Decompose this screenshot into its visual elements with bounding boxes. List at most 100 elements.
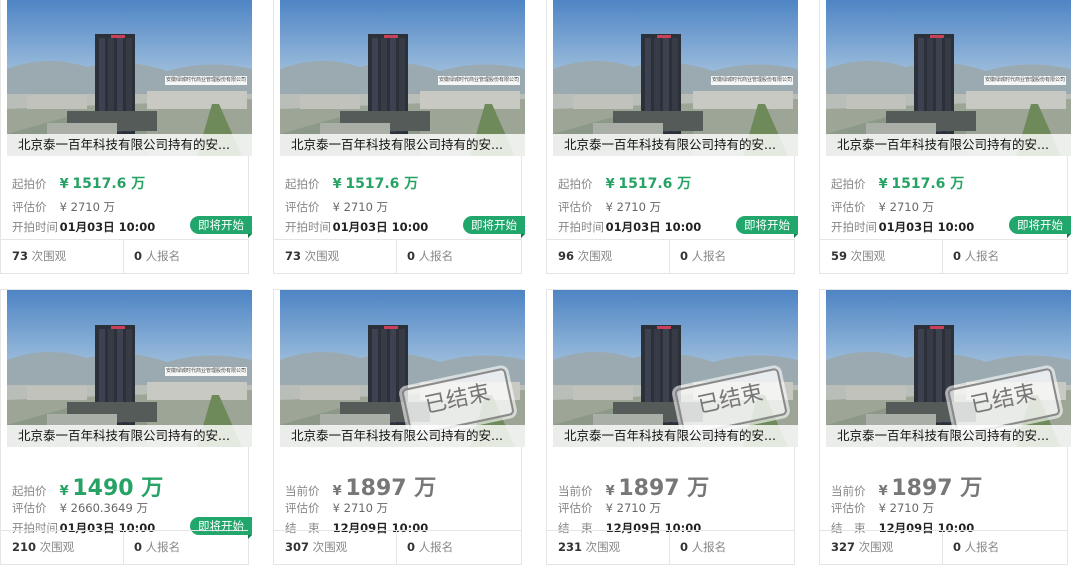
photo-caption: 安徽绿城时代商业管理股份有限公司: [165, 367, 247, 376]
signup-count: 0 人报名: [397, 531, 453, 564]
card-title[interactable]: 北京泰一百年科技有限公司持有的安...: [553, 134, 798, 156]
yen-symbol: ¥: [59, 484, 69, 499]
card-footer: 73 次围观 0 人报名: [274, 239, 521, 273]
estimate-value: ¥ 2710 万: [878, 200, 935, 214]
time-row: 开拍时间 01月03日 10:00: [831, 219, 974, 235]
card-footer: 73 次围观 0 人报名: [1, 239, 248, 273]
auction-card[interactable]: 安徽绿城时代商业管理股份有限公司 北京泰一百年科技有限公司持有的安... 起拍价…: [819, 0, 1071, 274]
auction-card[interactable]: 安徽绿城时代商业管理股份有限公司 北京泰一百年科技有限公司持有的安... 起拍价…: [0, 289, 252, 565]
views-number: 73: [285, 249, 302, 263]
time-value: 01月03日 10:00: [59, 220, 156, 234]
estimate-value: ¥ 2660.3649 万: [59, 501, 148, 515]
estimate-value: ¥ 2710 万: [605, 200, 662, 214]
estimate-label: 评估价: [831, 501, 866, 515]
views-label: 次围观: [31, 249, 67, 263]
status-badge: 即将开始: [736, 216, 798, 238]
views-label: 次围观: [304, 249, 340, 263]
time-value: 01月03日 10:00: [332, 220, 429, 234]
price-row: 当前价 ¥ 1897 万: [285, 470, 436, 502]
signup-count: 0 人报名: [124, 531, 180, 564]
estimate-row: 评估价 ¥ 2710 万: [285, 199, 388, 215]
price-label: 起拍价: [285, 177, 320, 191]
price-value: 1517.6 万: [618, 176, 692, 192]
card-title[interactable]: 北京泰一百年科技有限公司持有的安...: [7, 425, 252, 447]
time-value: 01月03日 10:00: [878, 220, 975, 234]
views-number: 59: [831, 249, 848, 263]
signups-label: 人报名: [691, 540, 727, 554]
signups-label: 人报名: [145, 249, 181, 263]
signups-label: 人报名: [418, 249, 454, 263]
signup-count: 0 人报名: [670, 240, 726, 273]
price-row: 起拍价 ¥ 1517.6 万: [285, 173, 418, 193]
card-photo[interactable]: 安徽绿城时代商业管理股份有限公司 北京泰一百年科技有限公司持有的安...: [553, 0, 798, 156]
price-value: 1517.6 万: [345, 176, 419, 192]
card-title[interactable]: 北京泰一百年科技有限公司持有的安...: [826, 134, 1071, 156]
signup-count: 0 人报名: [397, 240, 453, 273]
card-photo[interactable]: 已结束 北京泰一百年科技有限公司持有的安...: [280, 290, 525, 447]
signups-number: 0: [134, 249, 143, 263]
card-footer: 327 次围观 0 人报名: [820, 530, 1067, 564]
card-title[interactable]: 北京泰一百年科技有限公司持有的安...: [553, 425, 798, 447]
card-photo[interactable]: 已结束 北京泰一百年科技有限公司持有的安...: [553, 290, 798, 447]
card-photo[interactable]: 安徽绿城时代商业管理股份有限公司 北京泰一百年科技有限公司持有的安...: [7, 0, 252, 156]
status-badge: 即将开始: [1009, 216, 1071, 238]
price-label: 当前价: [558, 484, 593, 498]
price-row: 起拍价 ¥ 1517.6 万: [12, 173, 145, 193]
signups-number: 0: [953, 249, 962, 263]
views-count: 231 次围观: [547, 531, 670, 564]
price-label: 起拍价: [12, 177, 47, 191]
photo-caption: 安徽绿城时代商业管理股份有限公司: [711, 76, 793, 85]
views-label: 次围观: [850, 249, 886, 263]
views-label: 次围观: [39, 540, 75, 554]
building-photo: [826, 290, 1071, 447]
time-label: 开拍时间: [558, 220, 604, 234]
auction-card[interactable]: 安徽绿城时代商业管理股份有限公司 北京泰一百年科技有限公司持有的安... 起拍价…: [273, 0, 525, 274]
yen-symbol: ¥: [605, 177, 615, 192]
yen-symbol: ¥: [878, 177, 888, 192]
auction-card[interactable]: 安徽绿城时代商业管理股份有限公司 北京泰一百年科技有限公司持有的安... 起拍价…: [0, 0, 252, 274]
photo-caption: 安徽绿城时代商业管理股份有限公司: [984, 76, 1066, 85]
card-title[interactable]: 北京泰一百年科技有限公司持有的安...: [280, 134, 525, 156]
yen-symbol: ¥: [59, 177, 69, 192]
views-count: 59 次围观: [820, 240, 943, 273]
signups-label: 人报名: [964, 249, 1000, 263]
estimate-row: 评估价 ¥ 2710 万: [831, 500, 934, 516]
signups-number: 0: [680, 540, 689, 554]
price-label: 起拍价: [558, 177, 593, 191]
time-row: 开拍时间 01月03日 10:00: [12, 219, 155, 235]
price-row: 当前价 ¥ 1897 万: [558, 470, 709, 502]
signups-label: 人报名: [691, 249, 727, 263]
price-value: 1897 万: [618, 476, 710, 501]
auction-card[interactable]: 已结束 北京泰一百年科技有限公司持有的安... 当前价 ¥ 1897 万 评估价…: [546, 289, 798, 565]
price-value: 1897 万: [891, 476, 983, 501]
auction-card[interactable]: 已结束 北京泰一百年科技有限公司持有的安... 当前价 ¥ 1897 万 评估价…: [819, 289, 1071, 565]
card-photo[interactable]: 已结束 北京泰一百年科技有限公司持有的安...: [826, 290, 1071, 447]
signups-number: 0: [407, 540, 416, 554]
card-title[interactable]: 北京泰一百年科技有限公司持有的安...: [826, 425, 1071, 447]
price-value: 1490 万: [72, 476, 164, 501]
estimate-row: 评估价 ¥ 2710 万: [831, 199, 934, 215]
card-footer: 307 次围观 0 人报名: [274, 530, 521, 564]
yen-symbol: ¥: [878, 484, 888, 499]
price-row: 当前价 ¥ 1897 万: [831, 470, 982, 502]
card-footer: 231 次围观 0 人报名: [547, 530, 794, 564]
estimate-label: 评估价: [831, 200, 866, 214]
views-label: 次围观: [577, 249, 613, 263]
auction-card[interactable]: 安徽绿城时代商业管理股份有限公司 北京泰一百年科技有限公司持有的安... 起拍价…: [546, 0, 798, 274]
card-title[interactable]: 北京泰一百年科技有限公司持有的安...: [7, 134, 252, 156]
card-photo[interactable]: 安徽绿城时代商业管理股份有限公司 北京泰一百年科技有限公司持有的安...: [7, 290, 252, 447]
card-title[interactable]: 北京泰一百年科技有限公司持有的安...: [280, 425, 525, 447]
views-number: 73: [12, 249, 29, 263]
signups-number: 0: [134, 540, 143, 554]
signups-number: 0: [407, 249, 416, 263]
card-photo[interactable]: 安徽绿城时代商业管理股份有限公司 北京泰一百年科技有限公司持有的安...: [826, 0, 1071, 156]
price-value: 1517.6 万: [72, 176, 146, 192]
time-row: 开拍时间 01月03日 10:00: [558, 219, 701, 235]
auction-card[interactable]: 已结束 北京泰一百年科技有限公司持有的安... 当前价 ¥ 1897 万 评估价…: [273, 289, 525, 565]
card-photo[interactable]: 安徽绿城时代商业管理股份有限公司 北京泰一百年科技有限公司持有的安...: [280, 0, 525, 156]
price-label: 当前价: [285, 484, 320, 498]
building-photo: [553, 290, 798, 447]
status-badge: 即将开始: [463, 216, 525, 238]
signups-number: 0: [680, 249, 689, 263]
card-footer: 96 次围观 0 人报名: [547, 239, 794, 273]
